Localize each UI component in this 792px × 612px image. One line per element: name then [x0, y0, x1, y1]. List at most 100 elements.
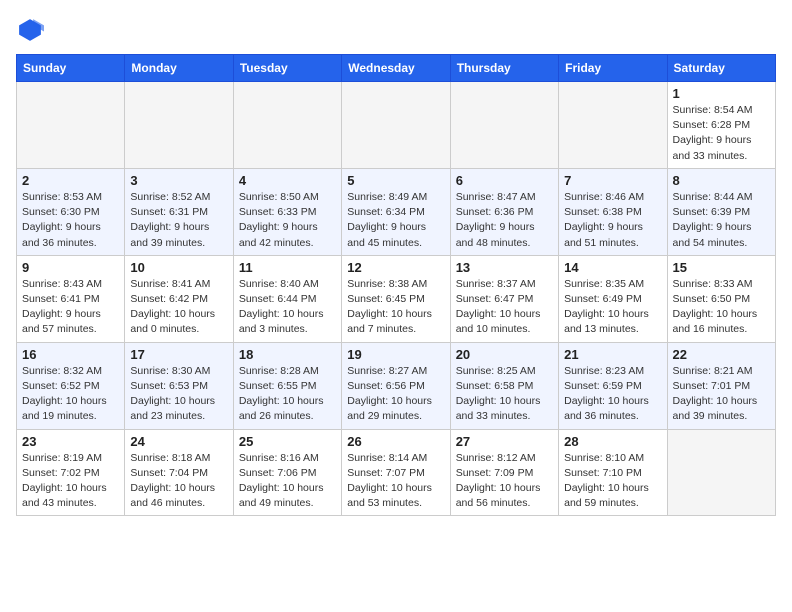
day-info: Sunrise: 8:25 AM Sunset: 6:58 PM Dayligh… — [456, 364, 553, 425]
day-info: Sunrise: 8:21 AM Sunset: 7:01 PM Dayligh… — [673, 364, 770, 425]
day-number: 2 — [22, 173, 119, 188]
day-number: 28 — [564, 434, 661, 449]
calendar-day-cell: 1 Sunrise: 8:54 AM Sunset: 6:28 PM Daylig… — [667, 82, 775, 169]
day-info: Sunrise: 8:50 AM Sunset: 6:33 PM Dayligh… — [239, 190, 336, 251]
day-number: 19 — [347, 347, 444, 362]
day-number: 3 — [130, 173, 227, 188]
day-number: 7 — [564, 173, 661, 188]
calendar-day-cell: 7 Sunrise: 8:46 AM Sunset: 6:38 PM Daylig… — [559, 168, 667, 255]
day-number: 16 — [22, 347, 119, 362]
day-info: Sunrise: 8:28 AM Sunset: 6:55 PM Dayligh… — [239, 364, 336, 425]
weekday-header: Saturday — [667, 55, 775, 82]
day-info: Sunrise: 8:30 AM Sunset: 6:53 PM Dayligh… — [130, 364, 227, 425]
calendar-day-cell: 5 Sunrise: 8:49 AM Sunset: 6:34 PM Daylig… — [342, 168, 450, 255]
calendar-day-cell: 8 Sunrise: 8:44 AM Sunset: 6:39 PM Daylig… — [667, 168, 775, 255]
day-number: 11 — [239, 260, 336, 275]
calendar-day-cell — [17, 82, 125, 169]
day-number: 27 — [456, 434, 553, 449]
day-number: 5 — [347, 173, 444, 188]
calendar-day-cell: 6 Sunrise: 8:47 AM Sunset: 6:36 PM Daylig… — [450, 168, 558, 255]
calendar-day-cell — [667, 429, 775, 516]
day-number: 12 — [347, 260, 444, 275]
calendar-week-row: 2 Sunrise: 8:53 AM Sunset: 6:30 PM Daylig… — [17, 168, 776, 255]
day-info: Sunrise: 8:44 AM Sunset: 6:39 PM Dayligh… — [673, 190, 770, 251]
calendar-day-cell: 4 Sunrise: 8:50 AM Sunset: 6:33 PM Daylig… — [233, 168, 341, 255]
calendar-day-cell — [125, 82, 233, 169]
calendar-day-cell: 16 Sunrise: 8:32 AM Sunset: 6:52 PM Dayli… — [17, 342, 125, 429]
day-info: Sunrise: 8:12 AM Sunset: 7:09 PM Dayligh… — [456, 451, 553, 512]
day-number: 9 — [22, 260, 119, 275]
calendar-week-row: 23Sunrise: 8:19 AM Sunset: 7:02 PM Dayli… — [17, 429, 776, 516]
day-number: 14 — [564, 260, 661, 275]
calendar-day-cell: 10 Sunrise: 8:41 AM Sunset: 6:42 PM Dayli… — [125, 255, 233, 342]
day-info: Sunrise: 8:41 AM Sunset: 6:42 PM Dayligh… — [130, 277, 227, 338]
day-number: 8 — [673, 173, 770, 188]
calendar-day-cell — [233, 82, 341, 169]
logo-icon — [16, 16, 44, 44]
calendar-week-row: 16 Sunrise: 8:32 AM Sunset: 6:52 PM Dayli… — [17, 342, 776, 429]
calendar-day-cell — [559, 82, 667, 169]
calendar-day-cell: 3 Sunrise: 8:52 AM Sunset: 6:31 PM Daylig… — [125, 168, 233, 255]
weekday-header: Thursday — [450, 55, 558, 82]
day-info: Sunrise: 8:35 AM Sunset: 6:49 PM Dayligh… — [564, 277, 661, 338]
calendar-week-row: 1 Sunrise: 8:54 AM Sunset: 6:28 PM Daylig… — [17, 82, 776, 169]
calendar-day-cell: 27 Sunrise: 8:12 AM Sunset: 7:09 PM Dayli… — [450, 429, 558, 516]
day-number: 23 — [22, 434, 119, 449]
day-info: Sunrise: 8:10 AM Sunset: 7:10 PM Dayligh… — [564, 451, 661, 512]
day-info: Sunrise: 8:37 AM Sunset: 6:47 PM Dayligh… — [456, 277, 553, 338]
calendar-day-cell: 14 Sunrise: 8:35 AM Sunset: 6:49 PM Dayli… — [559, 255, 667, 342]
day-number: 1 — [673, 86, 770, 101]
calendar-day-cell: 18 Sunrise: 8:28 AM Sunset: 6:55 PM Dayli… — [233, 342, 341, 429]
calendar-day-cell: 22 Sunrise: 8:21 AM Sunset: 7:01 PM Dayli… — [667, 342, 775, 429]
day-number: 10 — [130, 260, 227, 275]
day-info: Sunrise: 8:53 AM Sunset: 6:30 PM Dayligh… — [22, 190, 119, 251]
calendar-day-cell: 15Sunrise: 8:33 AM Sunset: 6:50 PM Dayli… — [667, 255, 775, 342]
logo — [16, 16, 50, 44]
weekday-header: Wednesday — [342, 55, 450, 82]
calendar-day-cell: 9 Sunrise: 8:43 AM Sunset: 6:41 PM Daylig… — [17, 255, 125, 342]
weekday-header: Monday — [125, 55, 233, 82]
calendar-day-cell — [450, 82, 558, 169]
day-info: Sunrise: 8:43 AM Sunset: 6:41 PM Dayligh… — [22, 277, 119, 338]
day-info: Sunrise: 8:52 AM Sunset: 6:31 PM Dayligh… — [130, 190, 227, 251]
calendar-week-row: 9 Sunrise: 8:43 AM Sunset: 6:41 PM Daylig… — [17, 255, 776, 342]
day-number: 26 — [347, 434, 444, 449]
calendar-day-cell: 12 Sunrise: 8:38 AM Sunset: 6:45 PM Dayli… — [342, 255, 450, 342]
day-number: 24 — [130, 434, 227, 449]
day-number: 17 — [130, 347, 227, 362]
day-info: Sunrise: 8:46 AM Sunset: 6:38 PM Dayligh… — [564, 190, 661, 251]
day-info: Sunrise: 8:49 AM Sunset: 6:34 PM Dayligh… — [347, 190, 444, 251]
day-number: 6 — [456, 173, 553, 188]
day-info: Sunrise: 8:27 AM Sunset: 6:56 PM Dayligh… — [347, 364, 444, 425]
day-number: 21 — [564, 347, 661, 362]
day-number: 13 — [456, 260, 553, 275]
day-info: Sunrise: 8:16 AM Sunset: 7:06 PM Dayligh… — [239, 451, 336, 512]
calendar-day-cell: 23Sunrise: 8:19 AM Sunset: 7:02 PM Dayli… — [17, 429, 125, 516]
calendar-day-cell: 24 Sunrise: 8:18 AM Sunset: 7:04 PM Dayli… — [125, 429, 233, 516]
calendar-day-cell: 28 Sunrise: 8:10 AM Sunset: 7:10 PM Dayli… — [559, 429, 667, 516]
day-number: 20 — [456, 347, 553, 362]
day-info: Sunrise: 8:14 AM Sunset: 7:07 PM Dayligh… — [347, 451, 444, 512]
calendar-day-cell: 26 Sunrise: 8:14 AM Sunset: 7:07 PM Dayli… — [342, 429, 450, 516]
calendar-day-cell: 2 Sunrise: 8:53 AM Sunset: 6:30 PM Daylig… — [17, 168, 125, 255]
day-info: Sunrise: 8:32 AM Sunset: 6:52 PM Dayligh… — [22, 364, 119, 425]
day-number: 22 — [673, 347, 770, 362]
day-info: Sunrise: 8:18 AM Sunset: 7:04 PM Dayligh… — [130, 451, 227, 512]
calendar-day-cell: 13 Sunrise: 8:37 AM Sunset: 6:47 PM Dayli… — [450, 255, 558, 342]
calendar-day-cell: 17 Sunrise: 8:30 AM Sunset: 6:53 PM Dayli… — [125, 342, 233, 429]
calendar-header-row: SundayMondayTuesdayWednesdayThursdayFrid… — [17, 55, 776, 82]
calendar-table: SundayMondayTuesdayWednesdayThursdayFrid… — [16, 54, 776, 516]
calendar-day-cell: 21 Sunrise: 8:23 AM Sunset: 6:59 PM Dayli… — [559, 342, 667, 429]
day-number: 4 — [239, 173, 336, 188]
weekday-header: Sunday — [17, 55, 125, 82]
weekday-header: Friday — [559, 55, 667, 82]
calendar-day-cell: 20 Sunrise: 8:25 AM Sunset: 6:58 PM Dayli… — [450, 342, 558, 429]
page-header — [16, 16, 776, 44]
day-number: 18 — [239, 347, 336, 362]
day-info: Sunrise: 8:23 AM Sunset: 6:59 PM Dayligh… — [564, 364, 661, 425]
day-info: Sunrise: 8:54 AM Sunset: 6:28 PM Dayligh… — [673, 103, 770, 164]
day-info: Sunrise: 8:38 AM Sunset: 6:45 PM Dayligh… — [347, 277, 444, 338]
day-number: 15 — [673, 260, 770, 275]
weekday-header: Tuesday — [233, 55, 341, 82]
day-info: Sunrise: 8:47 AM Sunset: 6:36 PM Dayligh… — [456, 190, 553, 251]
